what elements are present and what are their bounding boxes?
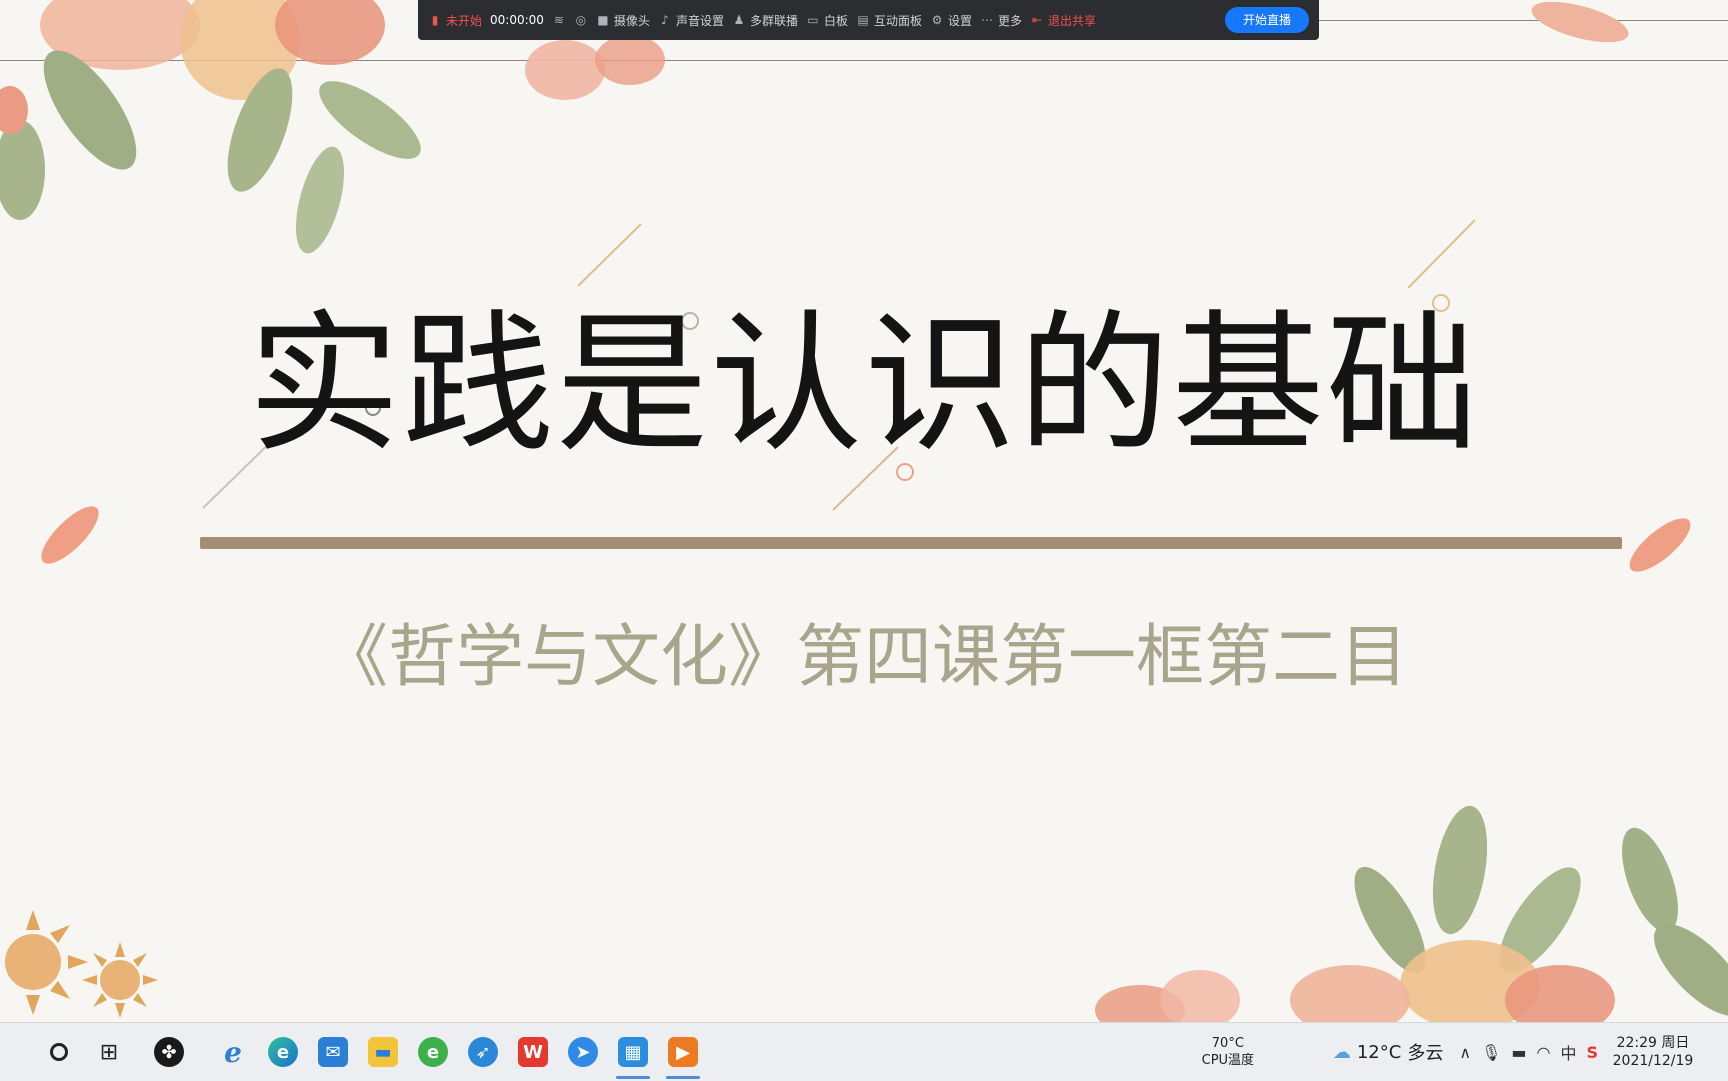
camera-button[interactable]: ■ 摄像头 xyxy=(596,12,650,29)
taskbar-search-button[interactable] xyxy=(34,1023,84,1081)
task-view-icon: ⊞ xyxy=(99,1039,119,1065)
sun-decoration-bottom-left xyxy=(5,910,158,1018)
cpu-temperature-widget[interactable]: 70°C CPU温度 xyxy=(1193,1035,1263,1069)
multi-group-broadcast-label: 多群联播 xyxy=(749,13,798,28)
whiteboard-label: 白板 xyxy=(823,13,848,28)
clock-time: 22:29 周日 xyxy=(1616,1035,1690,1051)
chevron-up-icon[interactable]: ∧ xyxy=(1459,1043,1471,1062)
multi-group-broadcast-button[interactable]: ♟ 多群联播 xyxy=(732,12,798,29)
taskbar-app-mail[interactable]: ✉ xyxy=(308,1023,358,1081)
taskbar-app-blue-bird[interactable]: ➶ xyxy=(458,1023,508,1081)
windows-taskbar: ⊞ ✤ ℯ e ✉ ▬ e ➶ W ➤ ▦ ▶ 70°C CPU温度 ☁ 12°… xyxy=(0,1022,1728,1081)
interaction-panel-label: 互动面板 xyxy=(873,13,922,28)
green-browser-icon: e xyxy=(418,1037,448,1067)
petal-decoration-right xyxy=(1629,518,1691,572)
ie-browser-icon: ℯ xyxy=(224,1035,242,1069)
camera-label: 摄像头 xyxy=(613,13,650,28)
exit-share-button[interactable]: ⇤ 退出共享 xyxy=(1030,12,1096,29)
microphone-tray-icon[interactable]: 🎙 xyxy=(1481,1043,1501,1062)
taskbar-app-feishu[interactable]: ➤ xyxy=(558,1023,608,1081)
more-dots-icon: ⋯ xyxy=(981,13,994,27)
more-label: 更多 xyxy=(998,13,1023,28)
petal-decoration-left xyxy=(41,506,99,564)
live-status: ▮ 未开始 xyxy=(428,12,482,29)
taskbar-app-green-browser[interactable]: e xyxy=(408,1023,458,1081)
live-status-label: 未开始 xyxy=(446,13,483,28)
title-underline-bar xyxy=(200,537,1622,549)
cpu-temperature-label: CPU温度 xyxy=(1201,1053,1255,1068)
slide-title: 实践是认识的基础 xyxy=(248,296,1480,473)
sound-settings-button[interactable]: ♪ 声音设置 xyxy=(658,12,724,29)
live-share-toolbar: ▮ 未开始 00:00:00 ≋ ◎ ■ 摄像头 ♪ 声音设置 ♟ 多群联播 ▭… xyxy=(418,0,1319,40)
presentation-slide: 实践是认识的基础 《哲学与文化》第四课第一框第二目 xyxy=(0,0,1728,1022)
live-timer: 00:00:00 xyxy=(490,13,544,27)
clock-date: 2021/12/19 xyxy=(1612,1053,1694,1069)
gear-icon: ⚙ xyxy=(931,13,943,27)
slides-app-icon: ▶ xyxy=(668,1037,698,1067)
mail-icon: ✉ xyxy=(318,1037,348,1067)
feishu-icon: ➤ xyxy=(568,1037,598,1067)
taskbar-app-explorer[interactable]: ▬ xyxy=(358,1023,408,1081)
battery-icon[interactable]: ▬ xyxy=(1511,1043,1526,1062)
blue-bird-app-icon: ➶ xyxy=(468,1037,498,1067)
system-clock[interactable]: 22:29 周日 2021/12/19 xyxy=(1608,1034,1698,1070)
chat-icon: ▤ xyxy=(857,13,869,27)
wps-icon: W xyxy=(518,1037,548,1067)
taskbar-app-edge[interactable]: e xyxy=(258,1023,308,1081)
exit-share-label: 退出共享 xyxy=(1048,13,1097,28)
settings-button[interactable]: ⚙ 设置 xyxy=(930,12,972,29)
weather-condition: 多云 xyxy=(1407,1043,1444,1064)
cloud-icon: ☁ xyxy=(1332,1041,1351,1063)
microphone-icon: ♪ xyxy=(661,13,669,27)
network-icon[interactable]: ≋ xyxy=(552,13,566,27)
taskbar-app-ie[interactable]: ℯ xyxy=(208,1023,258,1081)
whiteboard-icon: ▭ xyxy=(807,13,819,27)
system-tray: 70°C CPU温度 ☁ 12°C 多云 ∧ 🎙 ▬ ◠ 中 S 22:29 周… xyxy=(1193,1023,1728,1081)
whiteboard-button[interactable]: ▭ 白板 xyxy=(806,12,848,29)
camera-icon: ■ xyxy=(597,13,609,27)
edge-browser-icon: e xyxy=(268,1037,298,1067)
exit-icon: ⇤ xyxy=(1032,13,1043,27)
sogou-input-icon[interactable]: S xyxy=(1586,1043,1598,1062)
taskbar-app-slides[interactable]: ▶ xyxy=(658,1023,708,1081)
calendar-app-icon: ▦ xyxy=(618,1037,648,1067)
start-live-button[interactable]: 开始直播 xyxy=(1224,7,1309,33)
wifi-icon[interactable]: ◠ xyxy=(1536,1043,1550,1062)
sound-settings-label: 声音设置 xyxy=(675,13,724,28)
geometric-accent-lines xyxy=(202,219,1476,511)
settings-label: 设置 xyxy=(948,13,973,28)
weather-widget[interactable]: ☁ 12°C 多云 xyxy=(1333,1039,1443,1065)
pinwheel-app-icon: ✤ xyxy=(154,1037,184,1067)
live-signal-icon: ▮ xyxy=(431,13,439,27)
cpu-temperature-value: 70°C xyxy=(1211,1036,1244,1051)
taskbar-app-calendar[interactable]: ▦ xyxy=(608,1023,658,1081)
taskbar-task-view-button[interactable]: ⊞ xyxy=(84,1023,134,1081)
ime-indicator[interactable]: 中 xyxy=(1560,1040,1576,1064)
interaction-panel-button[interactable]: ▤ 互动面板 xyxy=(856,12,922,29)
search-circle-icon xyxy=(50,1043,68,1061)
file-explorer-icon: ▬ xyxy=(368,1037,398,1067)
floral-decoration-bottom-right xyxy=(1095,805,1728,1022)
taskbar-app-pinwheel[interactable]: ✤ xyxy=(144,1023,194,1081)
beauty-icon[interactable]: ◎ xyxy=(574,13,588,27)
group-icon: ♟ xyxy=(733,13,745,27)
slide-subtitle: 《哲学与文化》第四课第一框第二目 xyxy=(319,618,1408,697)
taskbar-app-wps[interactable]: W xyxy=(508,1023,558,1081)
more-button[interactable]: ⋯ 更多 xyxy=(980,12,1022,29)
weather-temperature: 12°C xyxy=(1356,1041,1402,1063)
